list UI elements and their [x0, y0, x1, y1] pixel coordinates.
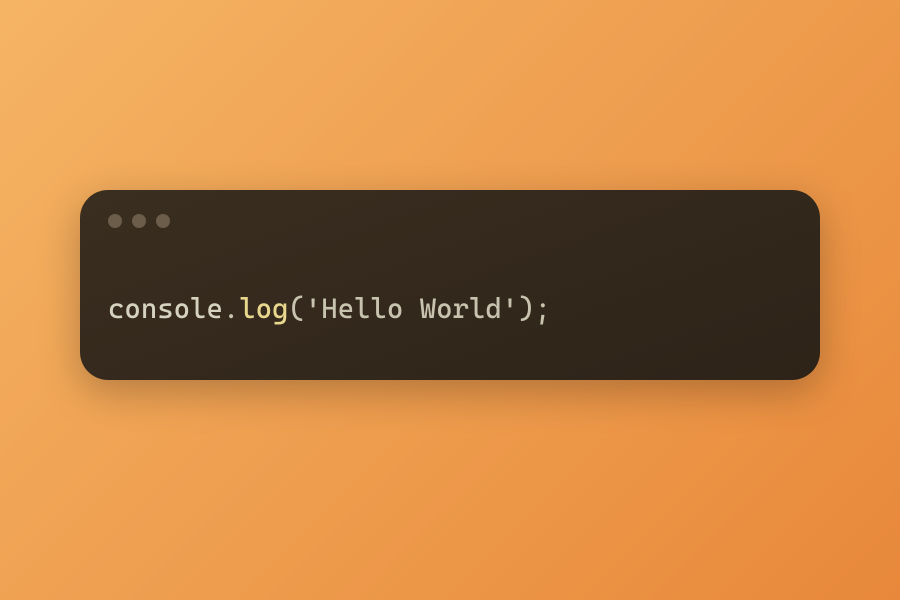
- window-control-maximize-icon[interactable]: [156, 214, 170, 228]
- code-editor-window: console.log('Hello World');: [80, 190, 820, 380]
- window-control-minimize-icon[interactable]: [132, 214, 146, 228]
- token-method: log: [239, 292, 288, 325]
- token-object: console: [108, 292, 223, 325]
- window-controls: [108, 214, 792, 228]
- token-dot: .: [223, 292, 239, 325]
- token-string: 'Hello World': [305, 292, 518, 325]
- token-open-paren: (: [288, 292, 304, 325]
- code-line: console.log('Hello World');: [108, 288, 792, 330]
- token-semicolon: ;: [535, 292, 551, 325]
- token-close-paren: ): [518, 292, 534, 325]
- window-control-close-icon[interactable]: [108, 214, 122, 228]
